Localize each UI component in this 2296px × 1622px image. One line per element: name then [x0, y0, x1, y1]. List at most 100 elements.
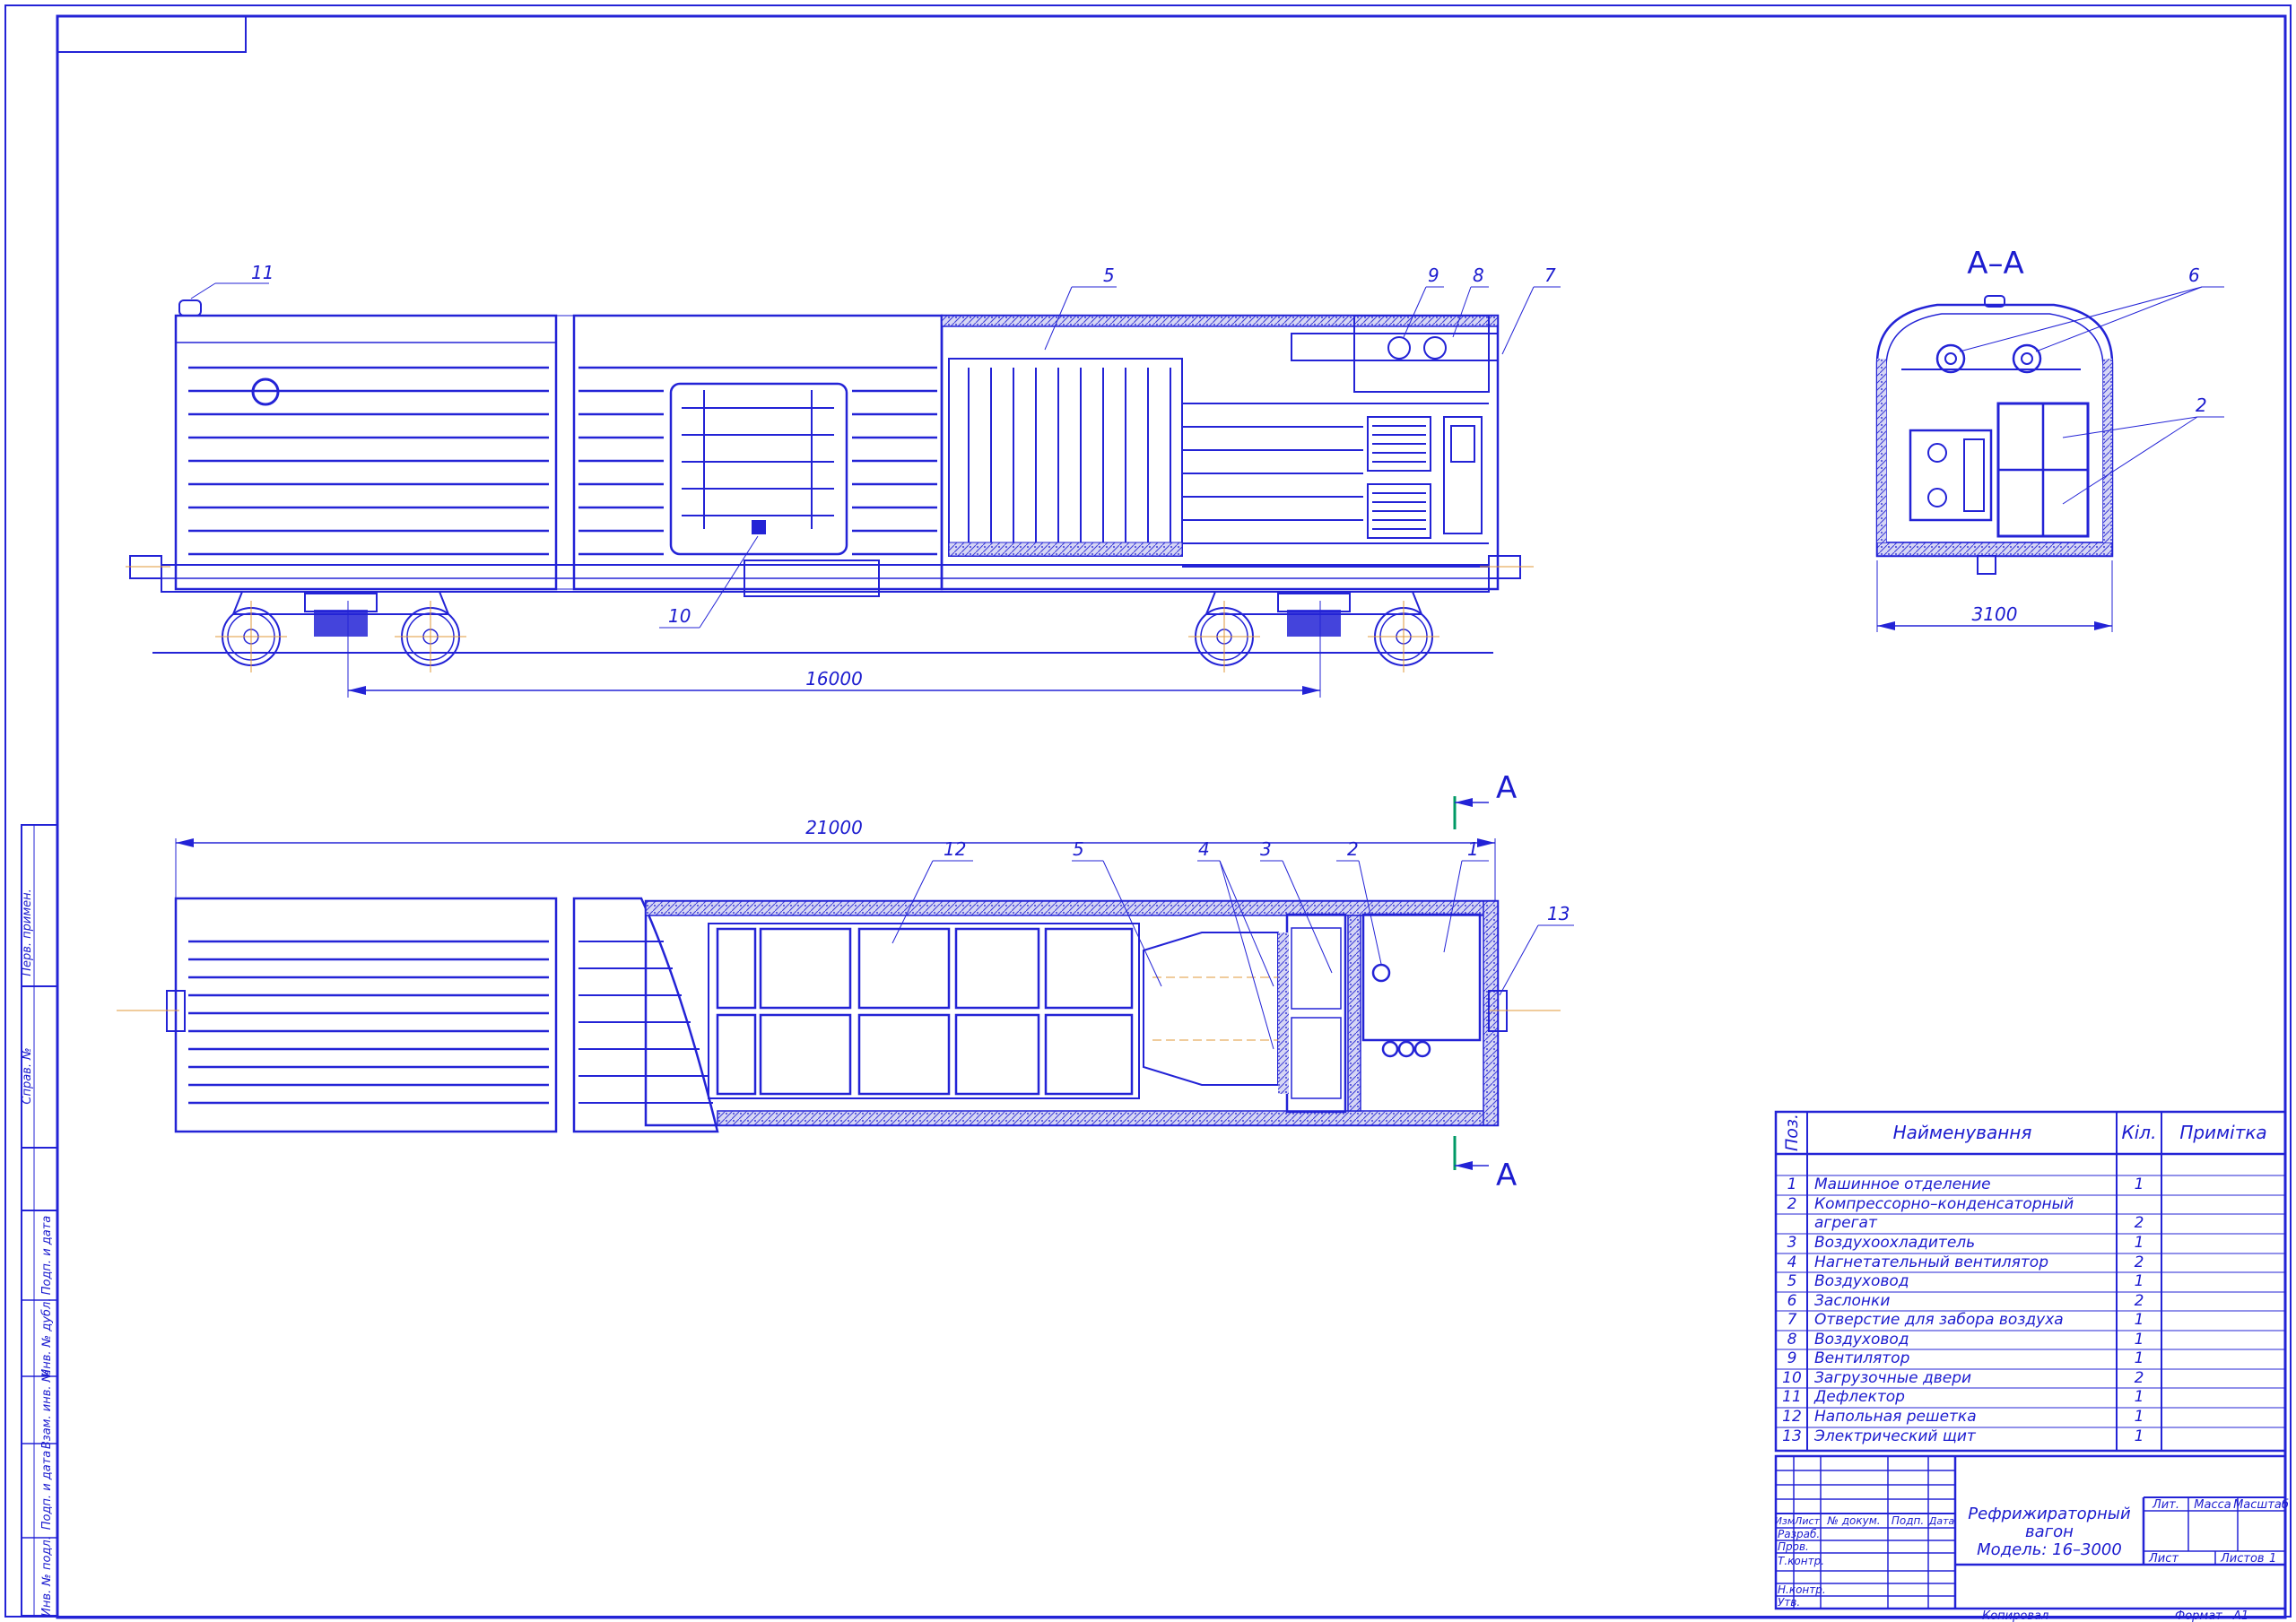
section-title: А–А: [1967, 246, 2024, 282]
spec-row-pos: 4: [1787, 1253, 1797, 1271]
tb-list-col: Лист: [1794, 1515, 1820, 1527]
spec-row-pos: 9: [1787, 1349, 1797, 1367]
side-stamps: Перв. примен. Справ. № Подп. и дата Инв.…: [21, 824, 58, 1617]
tb-listov-value: 1: [2269, 1552, 2276, 1566]
callout-3: 3: [1260, 838, 1272, 860]
spec-header-name: Найменування: [1893, 1122, 2032, 1143]
callout-4: 4: [1198, 838, 1210, 860]
stamp-podp-data-2: Подп. и дата: [40, 1451, 54, 1531]
spec-row-qty: 1: [2135, 1427, 2144, 1445]
spec-row-pos: 1: [1787, 1175, 1797, 1193]
spec-row-qty: 2: [2135, 1214, 2144, 1232]
spec-row-name: Отверстие для забора воздуха: [1814, 1311, 2064, 1329]
spec-row-name: Воздуховод: [1814, 1331, 1909, 1349]
spec-row-name: Машинное отделение: [1814, 1175, 1991, 1193]
spec-row-pos: 7: [1787, 1311, 1797, 1329]
tb-izm: Изм: [1775, 1515, 1795, 1527]
tb-format: Формат: [2175, 1609, 2222, 1622]
tb-format-value: А1: [2232, 1609, 2248, 1622]
dimension-wheelbase: 16000: [805, 668, 863, 690]
plan-view-callouts: 12 5 4 3 2 1 13: [891, 838, 1574, 1050]
spec-row-pos: 5: [1787, 1272, 1797, 1290]
callout-5-plan: 5: [1073, 838, 1084, 860]
callout-11: 11: [251, 262, 274, 283]
spec-row-qty: 1: [2135, 1175, 2144, 1193]
callout-13: 13: [1547, 903, 1570, 924]
spec-row-pos: 10: [1782, 1369, 1802, 1387]
drawing-title-line3: Модель: 16–3000: [1977, 1540, 2122, 1559]
spec-row-pos: 6: [1787, 1292, 1797, 1310]
callout-10: 10: [668, 605, 691, 627]
stamp-sprav: Справ. №: [21, 1047, 34, 1104]
spec-row-name: Загрузочные двери: [1814, 1369, 1971, 1387]
tb-sign: Подп.: [1892, 1514, 1924, 1527]
spec-row-qty: 1: [2135, 1388, 2144, 1406]
callout-2-section: 2: [2196, 395, 2207, 416]
spec-row-name: Нагнетательный вентилятор: [1814, 1253, 2048, 1271]
spec-row-pos: 3: [1787, 1234, 1797, 1252]
title-block: Изм Лист № докум. Подп. Дата Разраб. Про…: [1774, 1454, 2289, 1622]
spec-row-name: Электрический щит: [1813, 1427, 1977, 1445]
spec-row-name: Компрессорно–конденсаторный: [1814, 1195, 2074, 1213]
drawing-title-line2: вагон: [2025, 1522, 2074, 1541]
spec-row-pos: 11: [1782, 1388, 1802, 1406]
callout-8: 8: [1473, 265, 1484, 286]
stamp-inv-podl: Инв. № подл.: [40, 1536, 54, 1617]
spec-row-qty: 1: [2135, 1331, 2144, 1349]
spec-header-qty: Кіл.: [2122, 1122, 2157, 1143]
tb-date: Дата: [1928, 1515, 1955, 1527]
tb-copied: Копировал: [1982, 1609, 2048, 1622]
callout-9: 9: [1428, 265, 1439, 286]
spec-header-note: Примітка: [2179, 1122, 2266, 1143]
dimension-length: 21000: [805, 817, 863, 838]
plan-view: 21000 А А: [117, 770, 1561, 1193]
stamp-podp-data-1: Подп. и дата: [40, 1216, 54, 1296]
dimension-width: 3100: [1972, 603, 2018, 625]
spec-row-name: Напольная решетка: [1814, 1408, 1977, 1426]
spec-row-qty: 1: [2135, 1272, 2144, 1290]
spec-row-name: Заслонки: [1814, 1292, 1890, 1310]
spec-row-qty: 2: [2135, 1369, 2144, 1387]
tb-masshtab: Масштаб: [2233, 1498, 2289, 1512]
section-marker-bottom: А: [1496, 1158, 1517, 1193]
spec-row-qty: 1: [2135, 1311, 2144, 1329]
section-marker-top: А: [1496, 770, 1517, 806]
tb-prov: Пров.: [1778, 1540, 1809, 1553]
spec-row-qty: 2: [2135, 1292, 2144, 1310]
spec-header-pos: Поз.: [1782, 1114, 1802, 1151]
spec-row-name: агрегат: [1814, 1214, 1878, 1232]
stamp-vzam-inv: Взам. инв. №: [40, 1370, 54, 1449]
tb-lit: Лит.: [2152, 1498, 2179, 1512]
tb-doc: № докум.: [1826, 1514, 1880, 1527]
callout-5-side: 5: [1103, 265, 1115, 286]
tb-nkontr: Н.контр.: [1778, 1583, 1826, 1596]
tb-razrab: Разраб.: [1778, 1528, 1820, 1540]
spec-row-qty: 1: [2135, 1349, 2144, 1367]
tb-tkontr: Т.контр.: [1778, 1555, 1824, 1567]
spec-row-name: Воздуховод: [1814, 1272, 1909, 1290]
spec-row-pos: 2: [1787, 1195, 1797, 1213]
spec-row-qty: 1: [2135, 1408, 2144, 1426]
spec-row-pos: 13: [1782, 1427, 1802, 1445]
callout-12: 12: [944, 838, 966, 860]
callout-2-plan: 2: [1347, 838, 1359, 860]
tb-listov: Листов: [2220, 1552, 2265, 1566]
spec-row-name: Воздухоохладитель: [1814, 1234, 1975, 1252]
drawing-title-line1: Рефрижираторный: [1968, 1505, 2131, 1523]
tb-list: Лист: [2148, 1552, 2179, 1566]
spec-row-pos: 8: [1787, 1331, 1797, 1349]
spec-row-qty: 2: [2135, 1253, 2144, 1271]
stamp-inv-dubl: Инв. № дубл.: [40, 1298, 54, 1378]
spec-row-qty: 1: [2135, 1234, 2144, 1252]
tb-massa: Масса: [2194, 1498, 2231, 1512]
callout-7: 7: [1544, 265, 1556, 286]
specification-table: Поз. Найменування Кіл. Примітка 1 Машинн…: [1774, 1110, 2287, 1453]
section-a-a: А–А 3100 6 2: [1875, 246, 2224, 632]
spec-row-name: Дефлектор: [1813, 1388, 1905, 1406]
callout-6: 6: [2188, 265, 2200, 286]
spec-row-pos: 12: [1782, 1408, 1802, 1426]
stamp-perv-primen: Перв. примен.: [21, 889, 34, 976]
drawing-sheet: Перв. примен. Справ. № Подп. и дата Инв.…: [4, 4, 2292, 1622]
callout-1: 1: [1467, 838, 1479, 860]
spec-row-name: Вентилятор: [1814, 1349, 1910, 1367]
